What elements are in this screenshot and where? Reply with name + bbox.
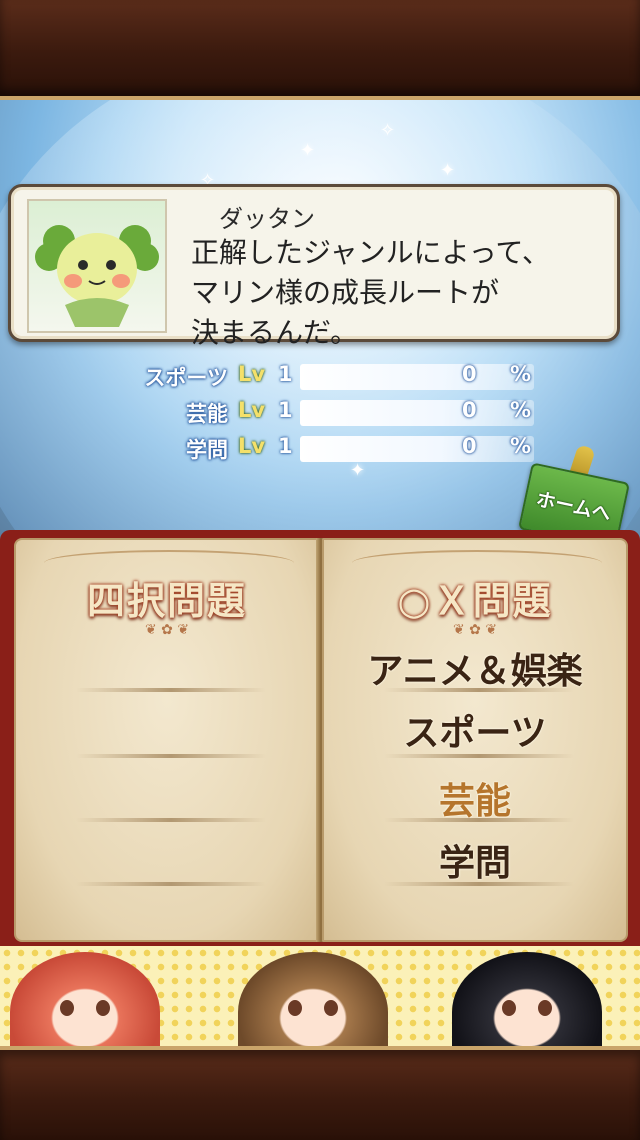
empty-slot-line	[76, 882, 266, 886]
eye	[538, 1000, 552, 1016]
true-false-page: ○Ｘ問題 ❦ ✿ ❦ アニメ＆娯楽 スポーツ 芸能 学問	[322, 538, 628, 942]
dialog-box[interactable]: ダッタン 正解したジャンルによって、 マリン様の成長ルートが 決まるんだ。	[8, 184, 620, 349]
empty-slot-line	[76, 818, 266, 822]
stat-row-entertainment: 芸能 Lv 1 0 %	[0, 396, 640, 432]
bottom-wood-frame	[0, 1046, 640, 1140]
eye	[502, 1000, 516, 1016]
eye	[324, 1000, 338, 1016]
clover-mascot-icon	[35, 225, 159, 327]
stat-progress-bar	[300, 436, 534, 462]
sparkle-icon: ✦	[300, 140, 316, 161]
stat-level: 1	[278, 362, 293, 386]
character-portrait	[452, 952, 602, 1046]
character-portrait	[238, 952, 388, 1046]
stat-level: 1	[278, 434, 293, 458]
stat-progress-bar	[300, 400, 534, 426]
character-strip	[0, 946, 640, 1046]
eye	[288, 1000, 302, 1016]
category-divider	[384, 754, 574, 758]
sparkle-icon: ✦	[440, 160, 456, 181]
speaker-portrait	[27, 199, 167, 333]
category-anime-button[interactable]: アニメ＆娯楽	[324, 642, 626, 694]
stat-level: 1	[278, 398, 293, 422]
stat-percent-sign: %	[510, 398, 532, 422]
stat-name: 芸能	[186, 402, 228, 426]
stat-lv-label: Lv	[238, 362, 266, 386]
stat-lv-label: Lv	[238, 398, 266, 422]
category-divider	[384, 818, 574, 822]
category-sports-button[interactable]: スポーツ	[324, 704, 626, 756]
four-choice-title: 四択問題	[86, 579, 247, 623]
stat-row-academics: 学問 Lv 1 0 %	[0, 432, 640, 468]
sparkle-icon: ✧	[380, 120, 396, 141]
stat-lv-label: Lv	[238, 434, 266, 458]
dialog-line: マリン様の成長ルートが	[191, 276, 500, 309]
character-portrait	[10, 952, 160, 1046]
category-academics-button[interactable]: 学問	[324, 834, 626, 886]
stat-name: 学問	[186, 438, 228, 462]
stat-percent: 0	[462, 362, 477, 386]
dialog-text: 正解したジャンルによって、 マリン様の成長ルートが 決まるんだ。	[191, 233, 550, 353]
empty-slot-line	[76, 754, 266, 758]
true-false-title: ○Ｘ問題	[397, 579, 553, 623]
four-choice-page: 四択問題 ❦ ✿ ❦	[14, 538, 320, 942]
stat-percent-sign: %	[510, 362, 532, 386]
stat-name: スポーツ	[144, 366, 228, 390]
flourish-icon: ❦ ✿ ❦	[452, 622, 498, 638]
top-wood-frame	[0, 0, 640, 100]
stat-percent: 0	[462, 398, 477, 422]
stat-progress-bar	[300, 364, 534, 390]
category-entertainment-button[interactable]: 芸能	[324, 772, 626, 824]
stat-row-sports: スポーツ Lv 1 0 %	[0, 360, 640, 396]
flourish-icon: ❦ ✿ ❦	[144, 622, 190, 638]
empty-slot-line	[76, 688, 266, 692]
speaker-name: ダッタン	[219, 205, 315, 233]
dialog-line: 正解したジャンルによって、	[191, 236, 550, 269]
eye	[60, 1000, 74, 1016]
dialog-line: 決まるんだ。	[191, 316, 359, 349]
home-button-label: ホームへ	[534, 488, 613, 526]
stat-percent-sign: %	[510, 434, 532, 458]
category-divider	[384, 882, 574, 886]
stat-percent: 0	[462, 434, 477, 458]
quiz-book: 四択問題 ❦ ✿ ❦ ○Ｘ問題 ❦ ✿ ❦ アニメ＆娯楽 スポーツ 芸能 学問	[0, 530, 640, 946]
eye	[96, 1000, 110, 1016]
category-divider	[384, 688, 574, 692]
